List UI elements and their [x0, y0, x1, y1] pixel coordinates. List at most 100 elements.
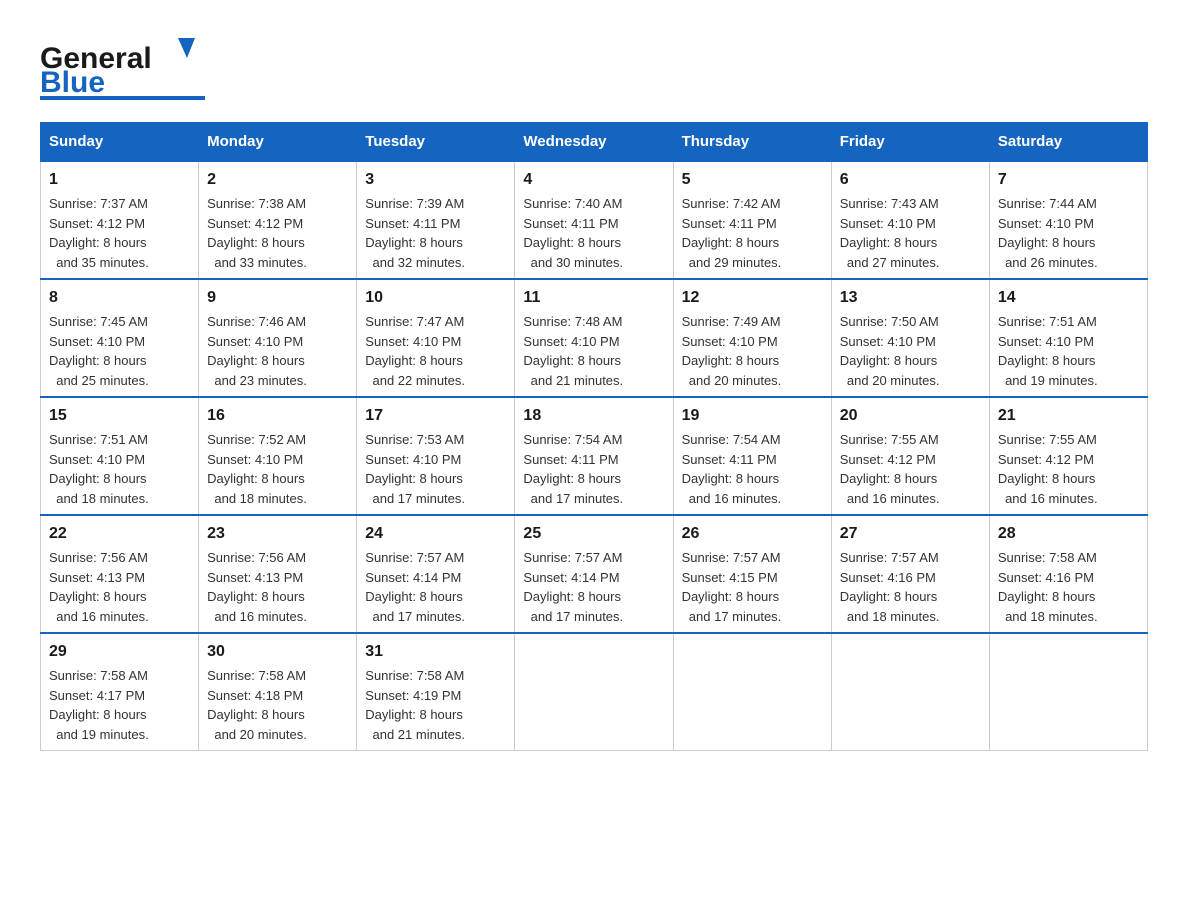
calendar-cell: 14 Sunrise: 7:51 AM Sunset: 4:10 PM Dayl… [989, 279, 1147, 397]
sunrise-label: Sunrise: 7:42 AM [682, 196, 781, 211]
sunrise-label: Sunrise: 7:51 AM [49, 432, 148, 447]
sunset-label: Sunset: 4:13 PM [49, 570, 145, 585]
day-number: 6 [840, 168, 981, 192]
weekday-header-friday: Friday [831, 123, 989, 162]
sunrise-label: Sunrise: 7:40 AM [523, 196, 622, 211]
sunrise-label: Sunrise: 7:46 AM [207, 314, 306, 329]
day-number: 7 [998, 168, 1139, 192]
daylight-label: Daylight: 8 hours and 35 minutes. [49, 235, 149, 270]
sunset-label: Sunset: 4:10 PM [365, 334, 461, 349]
daylight-label: Daylight: 8 hours and 19 minutes. [49, 707, 149, 742]
daylight-label: Daylight: 8 hours and 18 minutes. [998, 589, 1098, 624]
daylight-label: Daylight: 8 hours and 29 minutes. [682, 235, 782, 270]
daylight-label: Daylight: 8 hours and 33 minutes. [207, 235, 307, 270]
calendar-cell: 26 Sunrise: 7:57 AM Sunset: 4:15 PM Dayl… [673, 515, 831, 633]
daylight-label: Daylight: 8 hours and 16 minutes. [207, 589, 307, 624]
daylight-label: Daylight: 8 hours and 16 minutes. [682, 471, 782, 506]
day-number: 9 [207, 286, 348, 310]
day-number: 27 [840, 522, 981, 546]
calendar-cell: 11 Sunrise: 7:48 AM Sunset: 4:10 PM Dayl… [515, 279, 673, 397]
daylight-label: Daylight: 8 hours and 27 minutes. [840, 235, 940, 270]
calendar-cell: 8 Sunrise: 7:45 AM Sunset: 4:10 PM Dayli… [41, 279, 199, 397]
logo-svg: General Blue [40, 30, 205, 102]
weekday-header-tuesday: Tuesday [357, 123, 515, 162]
daylight-label: Daylight: 8 hours and 17 minutes. [365, 589, 465, 624]
sunrise-label: Sunrise: 7:43 AM [840, 196, 939, 211]
calendar-cell: 5 Sunrise: 7:42 AM Sunset: 4:11 PM Dayli… [673, 161, 831, 279]
sunset-label: Sunset: 4:12 PM [49, 216, 145, 231]
day-number: 2 [207, 168, 348, 192]
day-number: 20 [840, 404, 981, 428]
day-number: 5 [682, 168, 823, 192]
sunset-label: Sunset: 4:11 PM [682, 216, 777, 231]
day-number: 8 [49, 286, 190, 310]
day-number: 16 [207, 404, 348, 428]
calendar-week-4: 22 Sunrise: 7:56 AM Sunset: 4:13 PM Dayl… [41, 515, 1148, 633]
sunset-label: Sunset: 4:10 PM [207, 334, 303, 349]
sunrise-label: Sunrise: 7:49 AM [682, 314, 781, 329]
calendar-header-row: SundayMondayTuesdayWednesdayThursdayFrid… [41, 123, 1148, 162]
calendar-cell: 16 Sunrise: 7:52 AM Sunset: 4:10 PM Dayl… [199, 397, 357, 515]
calendar-cell: 28 Sunrise: 7:58 AM Sunset: 4:16 PM Dayl… [989, 515, 1147, 633]
sunrise-label: Sunrise: 7:53 AM [365, 432, 464, 447]
day-number: 15 [49, 404, 190, 428]
sunset-label: Sunset: 4:10 PM [840, 334, 936, 349]
calendar-cell [673, 633, 831, 751]
sunrise-label: Sunrise: 7:37 AM [49, 196, 148, 211]
sunrise-label: Sunrise: 7:58 AM [998, 550, 1097, 565]
sunrise-label: Sunrise: 7:52 AM [207, 432, 306, 447]
sunset-label: Sunset: 4:11 PM [523, 216, 618, 231]
daylight-label: Daylight: 8 hours and 16 minutes. [840, 471, 940, 506]
calendar-week-1: 1 Sunrise: 7:37 AM Sunset: 4:12 PM Dayli… [41, 161, 1148, 279]
sunset-label: Sunset: 4:11 PM [523, 452, 618, 467]
calendar-cell: 29 Sunrise: 7:58 AM Sunset: 4:17 PM Dayl… [41, 633, 199, 751]
daylight-label: Daylight: 8 hours and 20 minutes. [682, 353, 782, 388]
sunset-label: Sunset: 4:12 PM [207, 216, 303, 231]
sunrise-label: Sunrise: 7:55 AM [998, 432, 1097, 447]
day-number: 26 [682, 522, 823, 546]
calendar-cell: 12 Sunrise: 7:49 AM Sunset: 4:10 PM Dayl… [673, 279, 831, 397]
daylight-label: Daylight: 8 hours and 20 minutes. [840, 353, 940, 388]
calendar-table: SundayMondayTuesdayWednesdayThursdayFrid… [40, 122, 1148, 751]
calendar-cell: 19 Sunrise: 7:54 AM Sunset: 4:11 PM Dayl… [673, 397, 831, 515]
day-number: 10 [365, 286, 506, 310]
sunrise-label: Sunrise: 7:50 AM [840, 314, 939, 329]
calendar-cell: 18 Sunrise: 7:54 AM Sunset: 4:11 PM Dayl… [515, 397, 673, 515]
sunset-label: Sunset: 4:15 PM [682, 570, 778, 585]
daylight-label: Daylight: 8 hours and 32 minutes. [365, 235, 465, 270]
sunset-label: Sunset: 4:12 PM [840, 452, 936, 467]
calendar-cell [989, 633, 1147, 751]
day-number: 29 [49, 640, 190, 664]
day-number: 14 [998, 286, 1139, 310]
sunrise-label: Sunrise: 7:48 AM [523, 314, 622, 329]
daylight-label: Daylight: 8 hours and 22 minutes. [365, 353, 465, 388]
sunrise-label: Sunrise: 7:38 AM [207, 196, 306, 211]
sunrise-label: Sunrise: 7:54 AM [682, 432, 781, 447]
calendar-week-2: 8 Sunrise: 7:45 AM Sunset: 4:10 PM Dayli… [41, 279, 1148, 397]
sunset-label: Sunset: 4:11 PM [682, 452, 777, 467]
day-number: 3 [365, 168, 506, 192]
sunrise-label: Sunrise: 7:57 AM [840, 550, 939, 565]
weekday-header-wednesday: Wednesday [515, 123, 673, 162]
sunrise-label: Sunrise: 7:39 AM [365, 196, 464, 211]
sunset-label: Sunset: 4:10 PM [49, 334, 145, 349]
calendar-cell: 23 Sunrise: 7:56 AM Sunset: 4:13 PM Dayl… [199, 515, 357, 633]
sunrise-label: Sunrise: 7:55 AM [840, 432, 939, 447]
daylight-label: Daylight: 8 hours and 25 minutes. [49, 353, 149, 388]
calendar-cell: 22 Sunrise: 7:56 AM Sunset: 4:13 PM Dayl… [41, 515, 199, 633]
sunrise-label: Sunrise: 7:56 AM [207, 550, 306, 565]
sunset-label: Sunset: 4:17 PM [49, 688, 145, 703]
sunset-label: Sunset: 4:12 PM [998, 452, 1094, 467]
day-number: 19 [682, 404, 823, 428]
sunrise-label: Sunrise: 7:45 AM [49, 314, 148, 329]
calendar-cell: 9 Sunrise: 7:46 AM Sunset: 4:10 PM Dayli… [199, 279, 357, 397]
calendar-week-3: 15 Sunrise: 7:51 AM Sunset: 4:10 PM Dayl… [41, 397, 1148, 515]
day-number: 22 [49, 522, 190, 546]
sunset-label: Sunset: 4:14 PM [523, 570, 619, 585]
day-number: 23 [207, 522, 348, 546]
day-number: 21 [998, 404, 1139, 428]
daylight-label: Daylight: 8 hours and 23 minutes. [207, 353, 307, 388]
calendar-cell: 30 Sunrise: 7:58 AM Sunset: 4:18 PM Dayl… [199, 633, 357, 751]
sunset-label: Sunset: 4:10 PM [49, 452, 145, 467]
sunrise-label: Sunrise: 7:56 AM [49, 550, 148, 565]
